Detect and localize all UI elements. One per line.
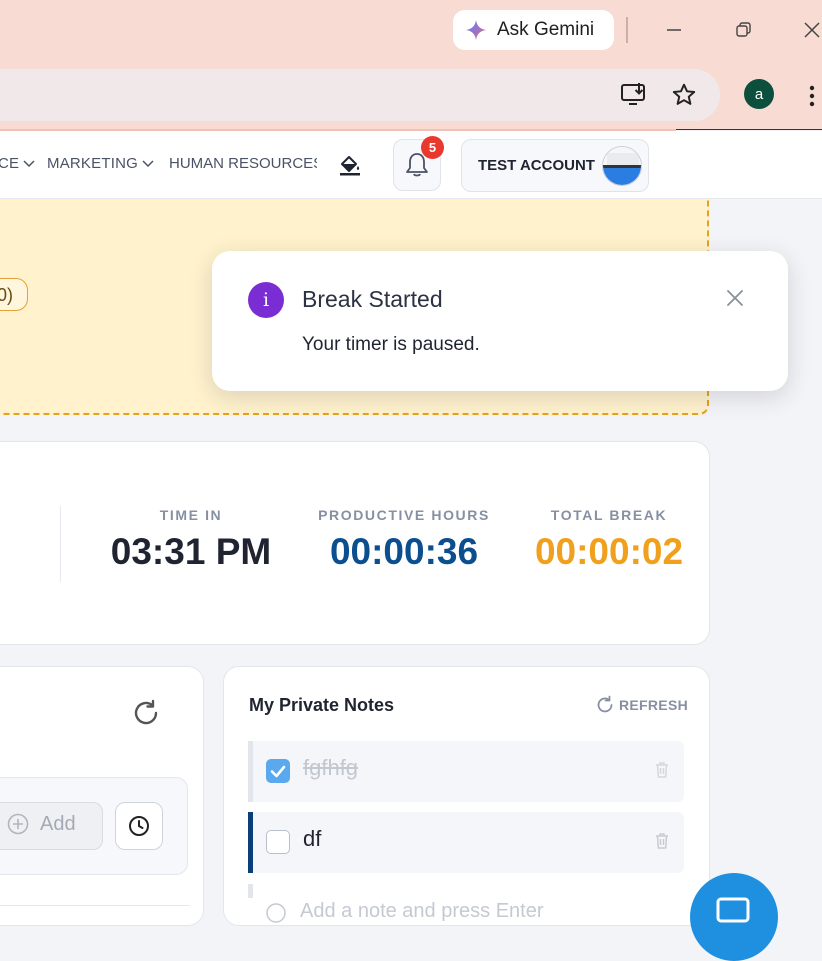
install-app-icon	[621, 83, 645, 105]
note-status-bar	[248, 812, 253, 873]
check-icon	[270, 765, 286, 778]
ask-gemini-button[interactable]: Ask Gemini	[453, 10, 614, 50]
add-note-input[interactable]: Add a note and press Enter	[300, 900, 544, 923]
stat-label: TIME IN	[159, 507, 223, 523]
refresh-icon[interactable]	[131, 698, 161, 728]
left-panel-divider	[0, 905, 190, 906]
trash-icon[interactable]	[652, 831, 672, 851]
stat-value: 00:00:36	[329, 531, 479, 572]
ask-gemini-label: Ask Gemini	[497, 19, 595, 40]
notes-title: My Private Notes	[249, 695, 395, 715]
stat-productive-hours: PRODUCTIVE HOURS 00:00:36	[306, 507, 502, 573]
banner-pill-text: 0)	[0, 285, 13, 305]
stat-total-break: TOTAL BREAK 00:00:02	[530, 507, 688, 573]
note-status-bar	[248, 741, 253, 802]
chevron-down-icon	[142, 159, 154, 167]
browser-toolbar	[0, 62, 822, 130]
toolbar-divider-dark	[676, 129, 822, 130]
restore-button[interactable]	[727, 14, 759, 46]
note-checkbox[interactable]	[266, 759, 290, 783]
nav-item-human-resources[interactable]: HUMAN RESOURCES	[169, 155, 317, 172]
browser-titlebar: Ask Gemini	[0, 0, 822, 62]
note-item[interactable]: df	[248, 812, 684, 873]
trash-icon[interactable]	[652, 760, 672, 780]
stat-label: TOTAL BREAK	[550, 507, 668, 523]
nav-item-marketing[interactable]: MARKETING	[47, 155, 154, 172]
restore-icon	[736, 22, 751, 37]
account-menu-button[interactable]: TEST ACCOUNT	[461, 139, 649, 192]
bookmark-button[interactable]	[669, 80, 699, 110]
toast-title: Break Started	[302, 286, 443, 312]
profile-initial: a	[754, 85, 764, 103]
stats-divider	[60, 506, 61, 582]
bookmark-star-icon	[672, 83, 696, 105]
stat-value: 00:00:02	[534, 531, 684, 572]
minimize-button[interactable]	[658, 14, 690, 46]
titlebar-separator	[626, 17, 628, 43]
chevron-down-icon	[23, 159, 35, 167]
nav-item-label: HUMAN RESOURCES	[169, 155, 317, 172]
toast-notification: i Break Started Your timer is paused.	[212, 251, 788, 391]
note-item[interactable]: fgfhfg	[248, 741, 684, 802]
paint-bucket-icon[interactable]	[338, 153, 362, 177]
close-icon[interactable]	[724, 287, 746, 309]
notes-refresh-button[interactable]: REFRESH	[595, 695, 688, 715]
note-checkbox[interactable]	[266, 830, 290, 854]
note-text: fgfhfg	[303, 755, 359, 780]
account-avatar	[602, 146, 642, 186]
stat-label: PRODUCTIVE HOURS	[318, 507, 490, 523]
profile-avatar[interactable]: a	[744, 79, 774, 109]
notification-count-badge: 5	[421, 136, 444, 159]
avatar-image	[603, 147, 641, 185]
clock-icon	[129, 816, 149, 836]
note-status-bar	[248, 884, 253, 898]
add-task-label: Add	[40, 813, 76, 835]
gemini-sparkle-icon	[465, 19, 487, 41]
add-circle-icon	[266, 903, 286, 923]
chat-fab-button[interactable]	[690, 873, 778, 961]
add-circle-icon	[7, 813, 29, 835]
banner-pill: 0)	[0, 278, 28, 311]
info-icon: i	[248, 282, 284, 318]
stat-time-in: TIME IN 03:31 PM	[108, 507, 274, 573]
window-close-button[interactable]	[796, 14, 822, 46]
close-icon	[804, 22, 820, 38]
note-text: df	[303, 826, 322, 851]
app-navbar: CE MARKETING HUMAN RESOURCES 5 TEST ACCO…	[0, 131, 822, 199]
nav-item-finance[interactable]: CE	[0, 155, 35, 172]
install-app-button[interactable]	[619, 80, 649, 110]
account-label: TEST ACCOUNT	[478, 157, 595, 174]
chat-icon	[716, 897, 750, 923]
refresh-icon	[597, 695, 613, 713]
add-note-row[interactable]: Add a note and press Enter	[248, 884, 684, 923]
minimize-icon	[667, 29, 681, 31]
address-bar[interactable]	[0, 69, 720, 121]
stat-value: 03:31 PM	[110, 531, 272, 572]
toast-message: Your timer is paused.	[302, 334, 480, 355]
nav-item-label: MARKETING	[47, 155, 138, 172]
nav-item-label: CE	[0, 155, 20, 172]
more-vert-icon[interactable]	[802, 84, 822, 108]
schedule-button[interactable]	[115, 802, 163, 850]
notes-refresh-label: REFRESH	[619, 697, 688, 713]
